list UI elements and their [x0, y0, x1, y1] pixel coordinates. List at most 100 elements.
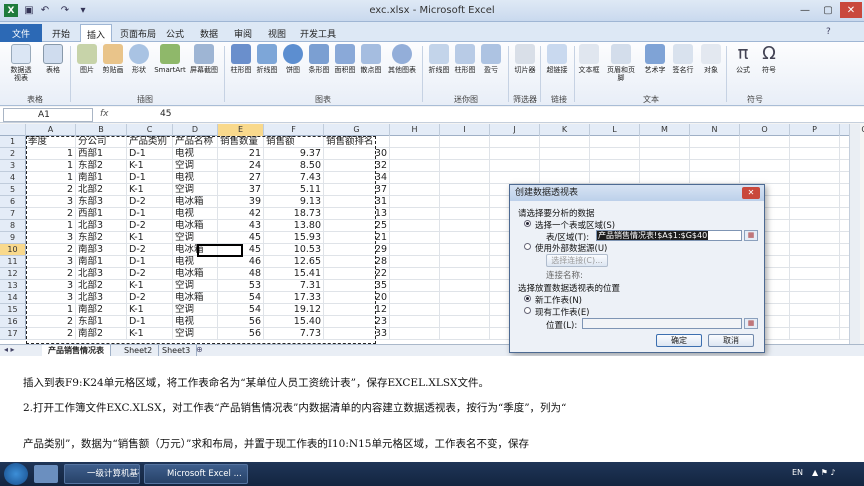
table-cell[interactable]: [790, 220, 840, 232]
range-picker-icon[interactable]: ▦: [744, 230, 758, 241]
table-cell[interactable]: 21: [324, 232, 390, 244]
table-cell[interactable]: K-1: [127, 328, 173, 340]
table-cell[interactable]: [440, 172, 490, 184]
table-cell[interactable]: [790, 232, 840, 244]
column-header-k[interactable]: K: [540, 124, 590, 136]
column-header-p[interactable]: P: [790, 124, 840, 136]
table-cell[interactable]: 5.11: [264, 184, 324, 196]
name-box[interactable]: A1: [3, 108, 93, 122]
row-header[interactable]: 6: [0, 196, 26, 208]
table-cell[interactable]: 东部2: [76, 232, 127, 244]
column-header-c[interactable]: C: [127, 124, 173, 136]
table-cell[interactable]: [390, 280, 440, 292]
table-cell[interactable]: 3: [26, 196, 76, 208]
table-cell[interactable]: 33: [324, 328, 390, 340]
table-cell[interactable]: 18.73: [264, 208, 324, 220]
pivot-table-button[interactable]: 数据透视表: [8, 44, 34, 92]
table-cell[interactable]: 13.80: [264, 220, 324, 232]
row-header[interactable]: 5: [0, 184, 26, 196]
table-cell[interactable]: [390, 316, 440, 328]
table-cell[interactable]: [390, 256, 440, 268]
table-cell[interactable]: 南部1: [76, 256, 127, 268]
row-header[interactable]: 4: [0, 172, 26, 184]
table-cell[interactable]: [790, 304, 840, 316]
table-cell[interactable]: 1: [26, 304, 76, 316]
table-cell[interactable]: 空调: [173, 160, 218, 172]
insert-sheet-icon[interactable]: ⊕: [196, 345, 203, 354]
radio-new-worksheet[interactable]: [524, 295, 531, 302]
ok-button[interactable]: 确定: [656, 334, 702, 347]
table-cell[interactable]: 46: [218, 256, 264, 268]
table-cell[interactable]: 电视: [173, 172, 218, 184]
table-cell[interactable]: 产品类别: [127, 136, 173, 148]
column-header-f[interactable]: F: [264, 124, 324, 136]
table-cell[interactable]: 东部3: [76, 196, 127, 208]
table-cell[interactable]: [590, 160, 640, 172]
table-cell[interactable]: 25: [324, 220, 390, 232]
table-cell[interactable]: 15.41: [264, 268, 324, 280]
table-cell[interactable]: [490, 136, 540, 148]
table-cell[interactable]: 7.43: [264, 172, 324, 184]
row-header[interactable]: 17: [0, 328, 26, 340]
table-cell[interactable]: D-2: [127, 292, 173, 304]
tab-review[interactable]: 审阅: [228, 25, 258, 41]
table-cell[interactable]: 20: [324, 292, 390, 304]
row-header[interactable]: 10: [0, 244, 26, 256]
shapes-button[interactable]: 形状: [126, 44, 152, 92]
table-cell[interactable]: [640, 172, 690, 184]
table-cell[interactable]: [390, 292, 440, 304]
table-cell[interactable]: [390, 148, 440, 160]
column-header-d[interactable]: D: [173, 124, 218, 136]
table-cell[interactable]: 48: [218, 268, 264, 280]
table-cell[interactable]: D-2: [127, 244, 173, 256]
table-cell[interactable]: [440, 136, 490, 148]
table-cell[interactable]: [440, 208, 490, 220]
table-cell[interactable]: [640, 160, 690, 172]
table-cell[interactable]: D-2: [127, 220, 173, 232]
table-cell[interactable]: [440, 244, 490, 256]
table-cell[interactable]: [640, 148, 690, 160]
table-cell[interactable]: 45: [218, 244, 264, 256]
table-cell[interactable]: 12.65: [264, 256, 324, 268]
equation-button[interactable]: π 公式: [730, 44, 756, 92]
table-cell[interactable]: 2: [26, 268, 76, 280]
screenshot-button[interactable]: 屏幕截图: [188, 44, 220, 92]
table-cell[interactable]: 1: [26, 148, 76, 160]
table-cell[interactable]: [790, 328, 840, 340]
table-cell[interactable]: [440, 148, 490, 160]
table-cell[interactable]: 北部3: [76, 268, 127, 280]
column-chart-button[interactable]: 柱形图: [228, 44, 254, 92]
sparkline-winloss-button[interactable]: 盈亏: [478, 44, 504, 92]
table-cell[interactable]: 2: [26, 316, 76, 328]
table-cell[interactable]: 产品名称: [173, 136, 218, 148]
table-cell[interactable]: [590, 148, 640, 160]
table-cell[interactable]: 21: [218, 148, 264, 160]
table-cell[interactable]: [690, 160, 740, 172]
table-cell[interactable]: 7.31: [264, 280, 324, 292]
minimize-icon[interactable]: —: [794, 2, 816, 18]
tab-page-layout[interactable]: 页面布局: [114, 25, 162, 41]
table-cell[interactable]: 56: [218, 328, 264, 340]
table-cell[interactable]: [390, 160, 440, 172]
table-cell[interactable]: 3: [26, 256, 76, 268]
table-cell[interactable]: 1: [26, 220, 76, 232]
table-cell[interactable]: [540, 148, 590, 160]
taskbar-item-lesson[interactable]: 一级计算机基础...: [64, 464, 140, 484]
table-cell[interactable]: 销售额: [264, 136, 324, 148]
table-cell[interactable]: [790, 280, 840, 292]
table-cell[interactable]: [390, 220, 440, 232]
tab-home[interactable]: 开始: [46, 25, 76, 41]
area-chart-button[interactable]: 面积图: [332, 44, 358, 92]
table-cell[interactable]: 空调: [173, 328, 218, 340]
table-cell[interactable]: 电视: [173, 256, 218, 268]
table-cell[interactable]: 23: [324, 316, 390, 328]
column-header-a[interactable]: A: [26, 124, 76, 136]
table-cell[interactable]: 9.37: [264, 148, 324, 160]
table-button[interactable]: 表格: [40, 44, 66, 92]
table-cell[interactable]: [790, 316, 840, 328]
table-cell[interactable]: [440, 268, 490, 280]
column-header-j[interactable]: J: [490, 124, 540, 136]
table-cell[interactable]: 2: [26, 208, 76, 220]
row-header[interactable]: 3: [0, 160, 26, 172]
table-cell[interactable]: 13: [324, 208, 390, 220]
